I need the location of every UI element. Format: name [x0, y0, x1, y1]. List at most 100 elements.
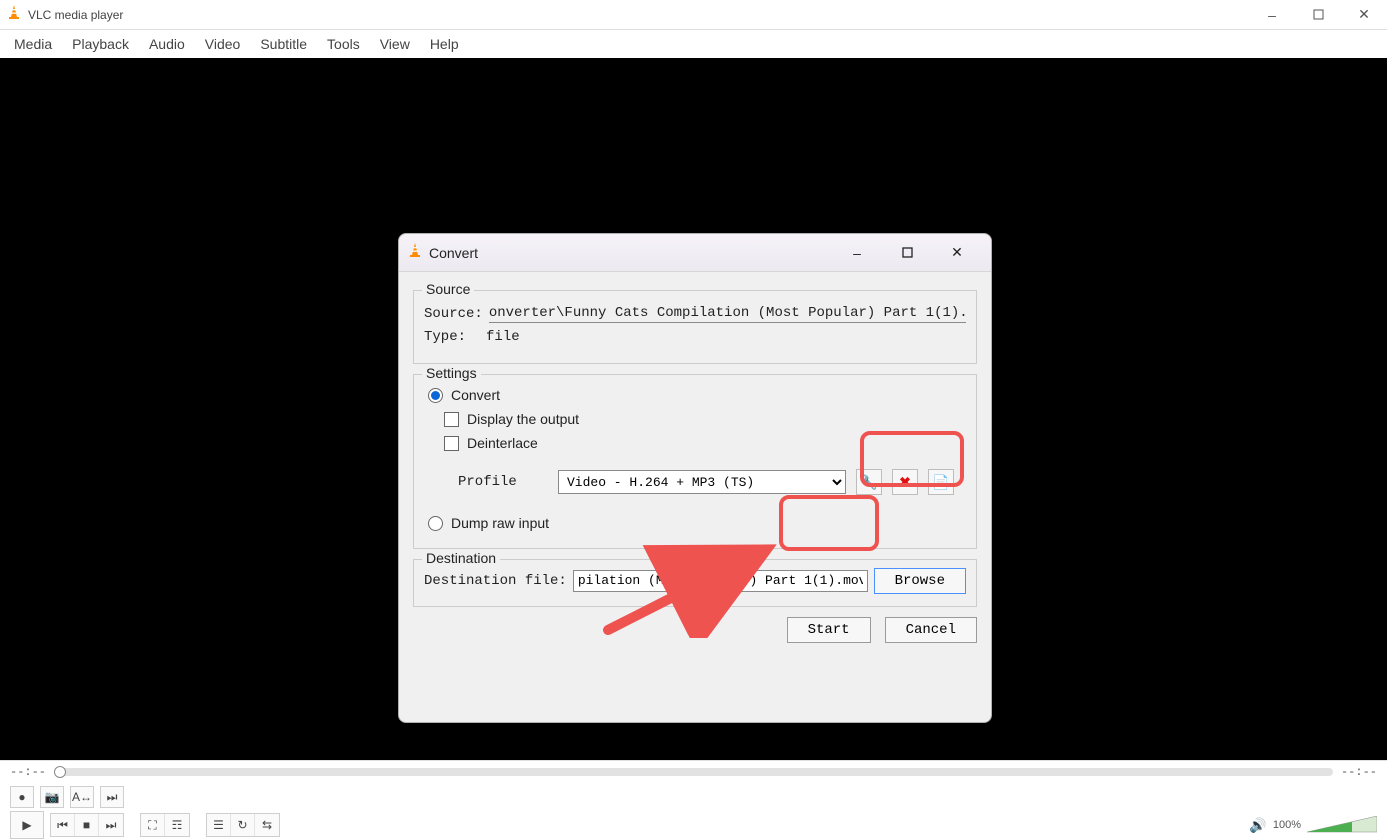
destination-group: Destination Destination file: Browse	[413, 559, 977, 607]
volume-slider[interactable]	[1307, 816, 1377, 834]
convert-radio-label: Convert	[451, 387, 500, 403]
menu-subtitle[interactable]: Subtitle	[250, 33, 317, 55]
source-label: Source:	[424, 306, 483, 322]
vlc-cone-icon	[6, 4, 22, 25]
speaker-icon[interactable]: 🔊	[1249, 817, 1266, 834]
profile-label: Profile	[458, 474, 548, 490]
main-titlebar: VLC media player – ✕	[0, 0, 1387, 30]
record-button[interactable]: ●	[10, 786, 34, 808]
time-elapsed: --:--	[10, 765, 46, 779]
edit-profile-button[interactable]: 🔧	[856, 469, 882, 495]
destination-file-input[interactable]	[573, 570, 868, 592]
loop-icon: ↻	[237, 818, 247, 832]
volume-percent: 100%	[1273, 819, 1301, 831]
main-close-button[interactable]: ✕	[1341, 0, 1387, 30]
cancel-button[interactable]: Cancel	[885, 617, 977, 643]
playlist-button[interactable]: ☰	[207, 814, 231, 836]
skip-back-icon: ⏮	[57, 818, 68, 833]
equalizer-icon: ☶	[172, 818, 183, 832]
app-title: VLC media player	[28, 8, 123, 22]
display-output-label: Display the output	[467, 411, 579, 427]
dialog-close-button[interactable]: ✕	[941, 239, 973, 267]
prev-button[interactable]: ⏮	[51, 814, 75, 836]
menu-video[interactable]: Video	[195, 33, 251, 55]
skip-group: ⏮ ■ ⏭	[50, 813, 124, 837]
seek-slider[interactable]	[54, 768, 1333, 776]
extra-controls-row: ● 📷 A↔ ⏭	[0, 783, 1387, 811]
next-button[interactable]: ⏭	[99, 814, 123, 836]
new-profile-icon: 📄	[932, 474, 949, 491]
radio-icon	[428, 388, 443, 403]
destination-legend: Destination	[422, 550, 500, 566]
main-minimize-button[interactable]: –	[1249, 0, 1295, 30]
main-maximize-button[interactable]	[1295, 0, 1341, 30]
extended-settings-button[interactable]: ☶	[165, 814, 189, 836]
view-group: ⛶ ☶	[140, 813, 190, 837]
camera-icon: 📷	[45, 790, 60, 804]
seek-thumb-icon	[54, 766, 66, 778]
menu-tools[interactable]: Tools	[317, 33, 370, 55]
type-value: file	[486, 329, 520, 345]
settings-group: Settings Convert Display the output Dein…	[413, 374, 977, 549]
time-total: --:--	[1341, 765, 1377, 779]
dialog-titlebar[interactable]: Convert – ✕	[399, 234, 991, 272]
profile-select[interactable]: Video - H.264 + MP3 (TS)	[558, 470, 846, 494]
display-output-checkbox[interactable]: Display the output	[444, 411, 579, 427]
menu-media[interactable]: Media	[4, 33, 62, 55]
dialog-actions: Start Cancel	[413, 617, 977, 643]
source-legend: Source	[422, 281, 474, 297]
menu-playback[interactable]: Playback	[62, 33, 139, 55]
source-value: onverter\Funny Cats Compilation (Most Po…	[489, 305, 966, 323]
frame-step-button[interactable]: ⏭	[100, 786, 124, 808]
playlist-group: ☰ ↻ ⇆	[206, 813, 280, 837]
vlc-cone-icon	[407, 242, 423, 263]
deinterlace-label: Deinterlace	[467, 435, 538, 451]
dialog-minimize-button[interactable]: –	[841, 239, 873, 267]
type-label: Type:	[424, 329, 466, 345]
x-icon: ✖	[899, 474, 911, 491]
playlist-icon: ☰	[213, 818, 224, 832]
deinterlace-checkbox[interactable]: Deinterlace	[444, 435, 538, 451]
browse-button[interactable]: Browse	[874, 568, 966, 594]
radio-icon	[428, 516, 443, 531]
menu-view[interactable]: View	[370, 33, 420, 55]
dialog-window-controls: – ✕	[841, 239, 983, 267]
bottom-panel: --:-- --:-- ● 📷 A↔ ⏭ ▶ ⏮ ■ ⏭ ⛶ ☶ ☰ ↻ ⇆ 🔊…	[0, 760, 1387, 839]
stop-button[interactable]: ■	[75, 814, 99, 836]
loop-ab-icon: A↔	[72, 790, 92, 804]
stop-icon: ■	[83, 818, 90, 832]
checkbox-icon	[444, 412, 459, 427]
checkbox-icon	[444, 436, 459, 451]
new-profile-button[interactable]: 📄	[928, 469, 954, 495]
skip-forward-icon: ⏭	[106, 818, 117, 833]
main-window-controls: – ✕	[1249, 0, 1387, 30]
play-icon: ▶	[22, 818, 31, 832]
video-area: Convert – ✕ Source Source: onverter\Funn…	[0, 58, 1387, 760]
seek-row: --:-- --:--	[0, 761, 1387, 783]
snapshot-button[interactable]: 📷	[40, 786, 64, 808]
menu-audio[interactable]: Audio	[139, 33, 195, 55]
wrench-icon: 🔧	[860, 474, 877, 491]
dialog-title: Convert	[429, 245, 478, 261]
volume-control: 🔊 100%	[1249, 816, 1377, 834]
delete-profile-button[interactable]: ✖	[892, 469, 918, 495]
dialog-maximize-button[interactable]	[891, 239, 923, 267]
fullscreen-button[interactable]: ⛶	[141, 814, 165, 836]
menu-bar: Media Playback Audio Video Subtitle Tool…	[0, 30, 1387, 58]
fullscreen-icon: ⛶	[148, 818, 156, 833]
dump-raw-label: Dump raw input	[451, 515, 549, 531]
destination-label: Destination file:	[424, 573, 567, 589]
menu-help[interactable]: Help	[420, 33, 469, 55]
dump-raw-radio[interactable]: Dump raw input	[428, 515, 549, 531]
loop-ab-button[interactable]: A↔	[70, 786, 94, 808]
source-group: Source Source: onverter\Funny Cats Compi…	[413, 290, 977, 364]
convert-dialog: Convert – ✕ Source Source: onverter\Funn…	[398, 233, 992, 723]
loop-button[interactable]: ↻	[231, 814, 255, 836]
convert-radio[interactable]: Convert	[428, 387, 500, 403]
start-button[interactable]: Start	[787, 617, 871, 643]
settings-legend: Settings	[422, 365, 481, 381]
play-button[interactable]: ▶	[10, 811, 44, 839]
shuffle-button[interactable]: ⇆	[255, 814, 279, 836]
shuffle-icon: ⇆	[262, 818, 272, 832]
frame-step-icon: ⏭	[107, 790, 118, 805]
